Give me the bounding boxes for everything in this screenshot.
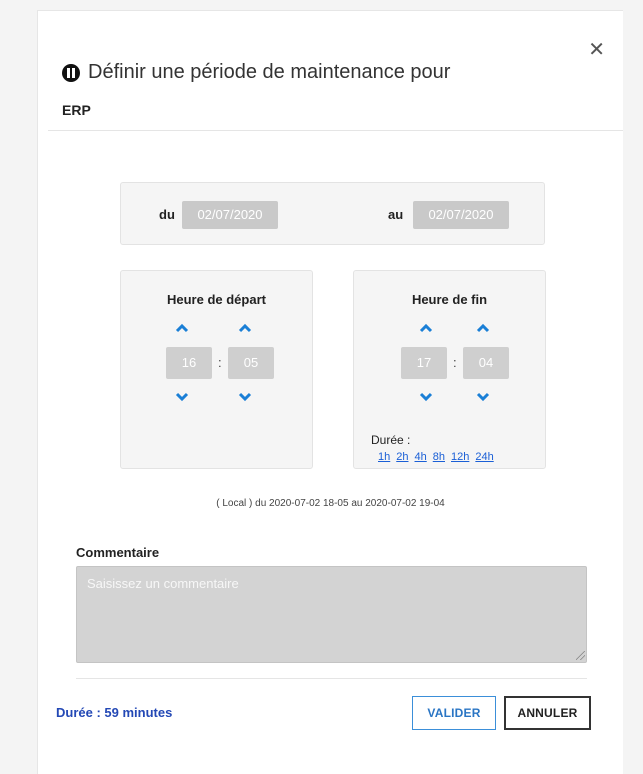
to-date-input[interactable]: 02/07/2020 [413,201,509,229]
duration-link-24h[interactable]: 24h [475,451,493,463]
comment-label: Commentaire [76,545,160,560]
end-hour-input[interactable]: 17 [401,347,447,379]
start-time-title: Heure de départ [167,292,266,307]
validate-button[interactable]: VALIDER [412,696,496,730]
footer-divider [76,678,587,679]
duration-label: Durée : [371,433,411,447]
duration-link-12h[interactable]: 12h [451,451,469,463]
start-hour-input[interactable]: 16 [166,347,212,379]
dialog-header: Définir une période de maintenance pour [62,61,450,84]
maintenance-dialog: ✕ Définir une période de maintenance pou… [37,10,623,774]
duration-link-8h[interactable]: 8h [433,451,445,463]
quick-duration-links: 1h 2h 4h 8h 12h 24h [378,451,500,463]
local-range-text: ( Local ) du 2020-07-02 18-05 au 2020-07… [216,498,445,509]
resize-handle-icon[interactable] [576,651,585,660]
start-minute-down-icon[interactable] [238,392,252,402]
dialog-subtitle: ERP [62,102,91,118]
start-minute-input[interactable]: 05 [228,347,274,379]
end-time-separator: : [453,355,457,370]
end-minute-up-icon[interactable] [476,323,490,333]
footer-duration-text: Durée : 59 minutes [56,705,173,720]
start-hour-up-icon[interactable] [175,323,189,333]
start-hour-down-icon[interactable] [175,392,189,402]
start-minute-up-icon[interactable] [238,323,252,333]
to-date-label: au [388,207,404,222]
dialog-title: Définir une période de maintenance pour [88,61,451,83]
end-minute-down-icon[interactable] [476,392,490,402]
comment-textarea[interactable] [76,566,587,663]
duration-link-4h[interactable]: 4h [415,451,427,463]
pause-circle-icon [62,63,80,82]
from-date-input[interactable]: 02/07/2020 [182,201,278,229]
duration-link-2h[interactable]: 2h [396,451,408,463]
start-time-panel: Heure de départ 16 : 05 [120,270,313,469]
cancel-button[interactable]: ANNULER [504,696,591,730]
end-time-panel: Heure de fin 17 : 04 Durée : 1h 2h 4h 8h 12h… [353,270,546,469]
close-icon[interactable]: ✕ [588,39,605,59]
end-time-title: Heure de fin [411,292,488,307]
duration-link-1h[interactable]: 1h [378,451,390,463]
end-hour-up-icon[interactable] [419,323,433,333]
date-range-panel: du 02/07/2020 au 02/07/2020 [120,182,545,245]
end-minute-input[interactable]: 04 [463,347,509,379]
start-time-separator: : [218,355,222,370]
header-divider [48,130,623,131]
end-hour-down-icon[interactable] [419,392,433,402]
from-date-label: du [159,207,175,222]
